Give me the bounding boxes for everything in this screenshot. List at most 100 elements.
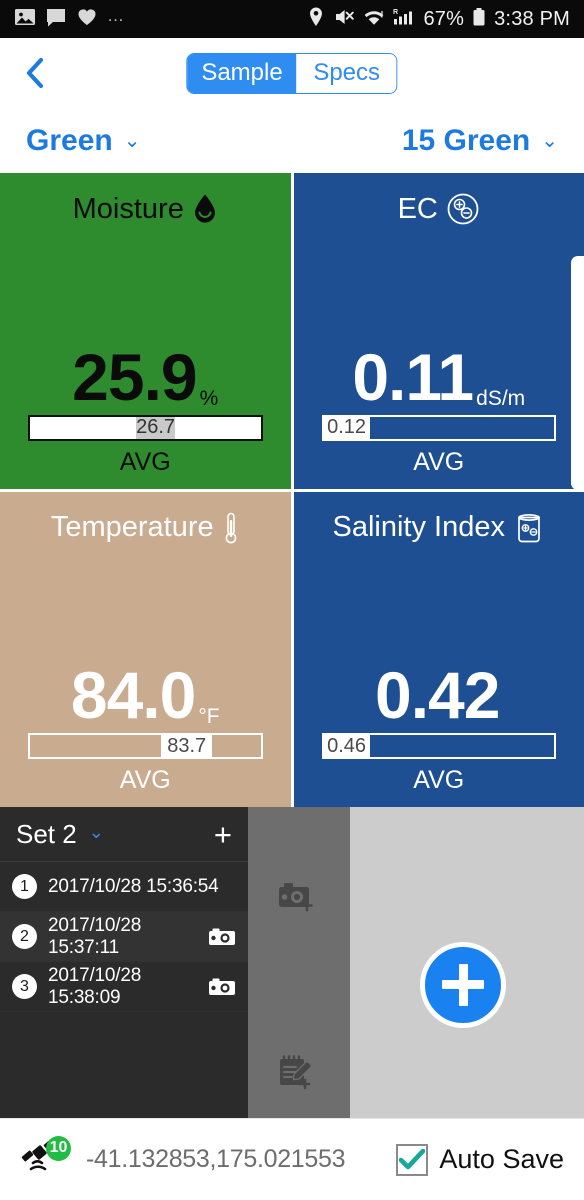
add-sample-fab[interactable]: [420, 941, 506, 1028]
tile-title: Salinity Index: [332, 511, 506, 543]
record-timestamp: 2017/10/28 15:38:09: [48, 964, 142, 1008]
selector-row: Green ⌄ 15 Green ⌄: [0, 108, 584, 173]
tile-value: 0.11: [352, 339, 474, 414]
record-number: 3: [12, 974, 37, 999]
volume-mute-icon: [333, 6, 355, 33]
table-row[interactable]: 1 2017/10/28 15:36:54: [0, 862, 248, 912]
camera-icon[interactable]: [208, 926, 236, 948]
beaker-icon: [513, 511, 545, 545]
tile-value-wrap: 25.9%: [18, 231, 273, 415]
avg-bar: 26.7: [28, 414, 263, 441]
tab-specs[interactable]: Specs: [296, 53, 397, 93]
cell-signal-roaming-icon: R: [393, 6, 415, 33]
tile-temperature[interactable]: Temperature 84.0 °F 83.7 AVG: [0, 491, 291, 807]
status-overflow: …: [107, 6, 125, 25]
crop-selector-label: Green: [26, 123, 113, 157]
tile-value-wrap: 0.11 dS/m: [312, 231, 567, 415]
avg-label: AVG: [413, 447, 465, 476]
record-timestamp: 2017/10/28 15:36:54: [48, 875, 219, 897]
svg-text:R: R: [393, 9, 398, 16]
svg-text:!: !: [381, 9, 384, 19]
battery-icon: [472, 6, 486, 33]
segmented-control[interactable]: Sample Specs: [186, 52, 398, 94]
message-icon: [45, 6, 67, 33]
gps-coordinates: -41.132853,175.021553: [86, 1145, 346, 1173]
tile-title: Temperature: [50, 511, 214, 543]
note-add-icon[interactable]: [277, 1053, 321, 1091]
table-row[interactable]: 2 2017/10/28 15:37:11: [0, 912, 248, 962]
auto-save-label: Auto Save: [439, 1144, 564, 1174]
table-row[interactable]: 3 2017/10/28 15:38:09: [0, 962, 248, 1012]
camera-add-icon[interactable]: [277, 879, 321, 915]
tile-header: Salinity Index: [312, 506, 567, 550]
gps-status[interactable]: 10: [20, 1135, 72, 1183]
crop-selector[interactable]: Green ⌄: [26, 124, 140, 158]
avg-bar: 0.46: [321, 733, 556, 759]
status-bar: … ! R 67% 3:38 PM: [0, 0, 584, 38]
status-bar-right: ! R 67% 3:38 PM: [307, 6, 570, 33]
tile-unit: dS/m: [476, 386, 526, 410]
tile-ec[interactable]: EC 0.11 dS/m 0.12 AVG: [293, 173, 584, 489]
chevron-left-icon: [26, 57, 44, 89]
vertical-scrollbar[interactable]: [571, 256, 584, 490]
avg-bar: 83.7: [28, 733, 263, 759]
tile-title: EC: [397, 192, 438, 225]
tile-moisture[interactable]: Moisture 25.9% 26.7 AVG: [0, 173, 291, 489]
tile-title: Moisture: [72, 192, 184, 225]
tile-salinity-index[interactable]: Salinity Index 0.42 0.46 AVG: [293, 491, 584, 807]
app-root: … ! R 67% 3:38 PM Sample Specs Green ⌄ 1…: [0, 0, 584, 1200]
bottom-panels: Set 2 ⌄ + 1 2017/10/28 15:36:54 2 2017/1…: [0, 807, 584, 1118]
tile-unit: %: [199, 386, 219, 410]
tile-value-wrap: 84.0 °F: [18, 550, 273, 734]
clock: 3:38 PM: [494, 7, 570, 30]
chevron-down-icon: ⌄: [123, 129, 141, 152]
back-button[interactable]: [22, 51, 62, 95]
wifi-alert-icon: !: [363, 6, 385, 33]
set-title: Set 2: [16, 818, 77, 849]
tile-header: EC: [312, 187, 567, 231]
tile-header: Moisture: [18, 187, 273, 231]
tile-value: 84.0: [70, 658, 196, 733]
heart-icon: [76, 6, 98, 33]
avg-bar-marker: 83.7: [161, 735, 213, 757]
record-number: 1: [12, 874, 37, 899]
avg-label: AVG: [413, 766, 465, 794]
check-icon: [399, 1148, 426, 1169]
bottom-bar: 10 -41.132853,175.021553 Auto Save: [0, 1118, 584, 1200]
avg-label: AVG: [119, 766, 171, 794]
tile-header: Temperature: [18, 506, 273, 550]
set-header: Set 2 ⌄ +: [0, 807, 248, 862]
image-icon: [14, 6, 36, 33]
top-nav: Sample Specs: [0, 38, 584, 108]
battery-percent: 67%: [423, 7, 465, 30]
auto-save-toggle[interactable]: Auto Save: [396, 1143, 564, 1176]
tab-sample[interactable]: Sample: [187, 53, 297, 93]
avg-bar-marker: 0.46: [323, 735, 370, 757]
chevron-down-icon: ⌄: [541, 129, 558, 152]
avg-label: AVG: [119, 447, 171, 476]
ion-charge-icon: [446, 192, 480, 226]
sample-set-panel: Set 2 ⌄ + 1 2017/10/28 15:36:54 2 2017/1…: [0, 807, 248, 1118]
avg-bar: 0.12: [321, 414, 556, 441]
water-drop-icon: [192, 193, 218, 225]
measurement-grid: Moisture 25.9% 26.7 AVG EC 0.11 dS/m 0.1…: [0, 173, 584, 807]
satellite-count-badge: 10: [46, 1135, 71, 1161]
photo-canvas: [350, 807, 584, 1118]
avg-bar-marker: 26.7: [136, 416, 176, 439]
chevron-down-icon[interactable]: ⌄: [89, 822, 104, 843]
auto-save-checkbox[interactable]: [396, 1143, 429, 1176]
tile-unit: °F: [198, 705, 220, 728]
tile-value: 0.42: [375, 658, 500, 733]
tile-value-wrap: 0.42: [312, 550, 567, 734]
record-timestamp: 2017/10/28 15:37:11: [48, 914, 142, 958]
field-selector-label: 15 Green: [401, 123, 531, 157]
plus-icon-vertical: [458, 963, 468, 1006]
field-selector[interactable]: 15 Green ⌄: [402, 124, 558, 158]
camera-icon[interactable]: [208, 976, 236, 998]
add-set-button[interactable]: +: [214, 819, 232, 850]
thermometer-icon: [222, 511, 240, 545]
location-pin-icon: [307, 6, 325, 33]
record-number: 2: [12, 924, 37, 949]
tile-value: 25.9: [72, 339, 197, 414]
tool-strip: [248, 807, 350, 1118]
